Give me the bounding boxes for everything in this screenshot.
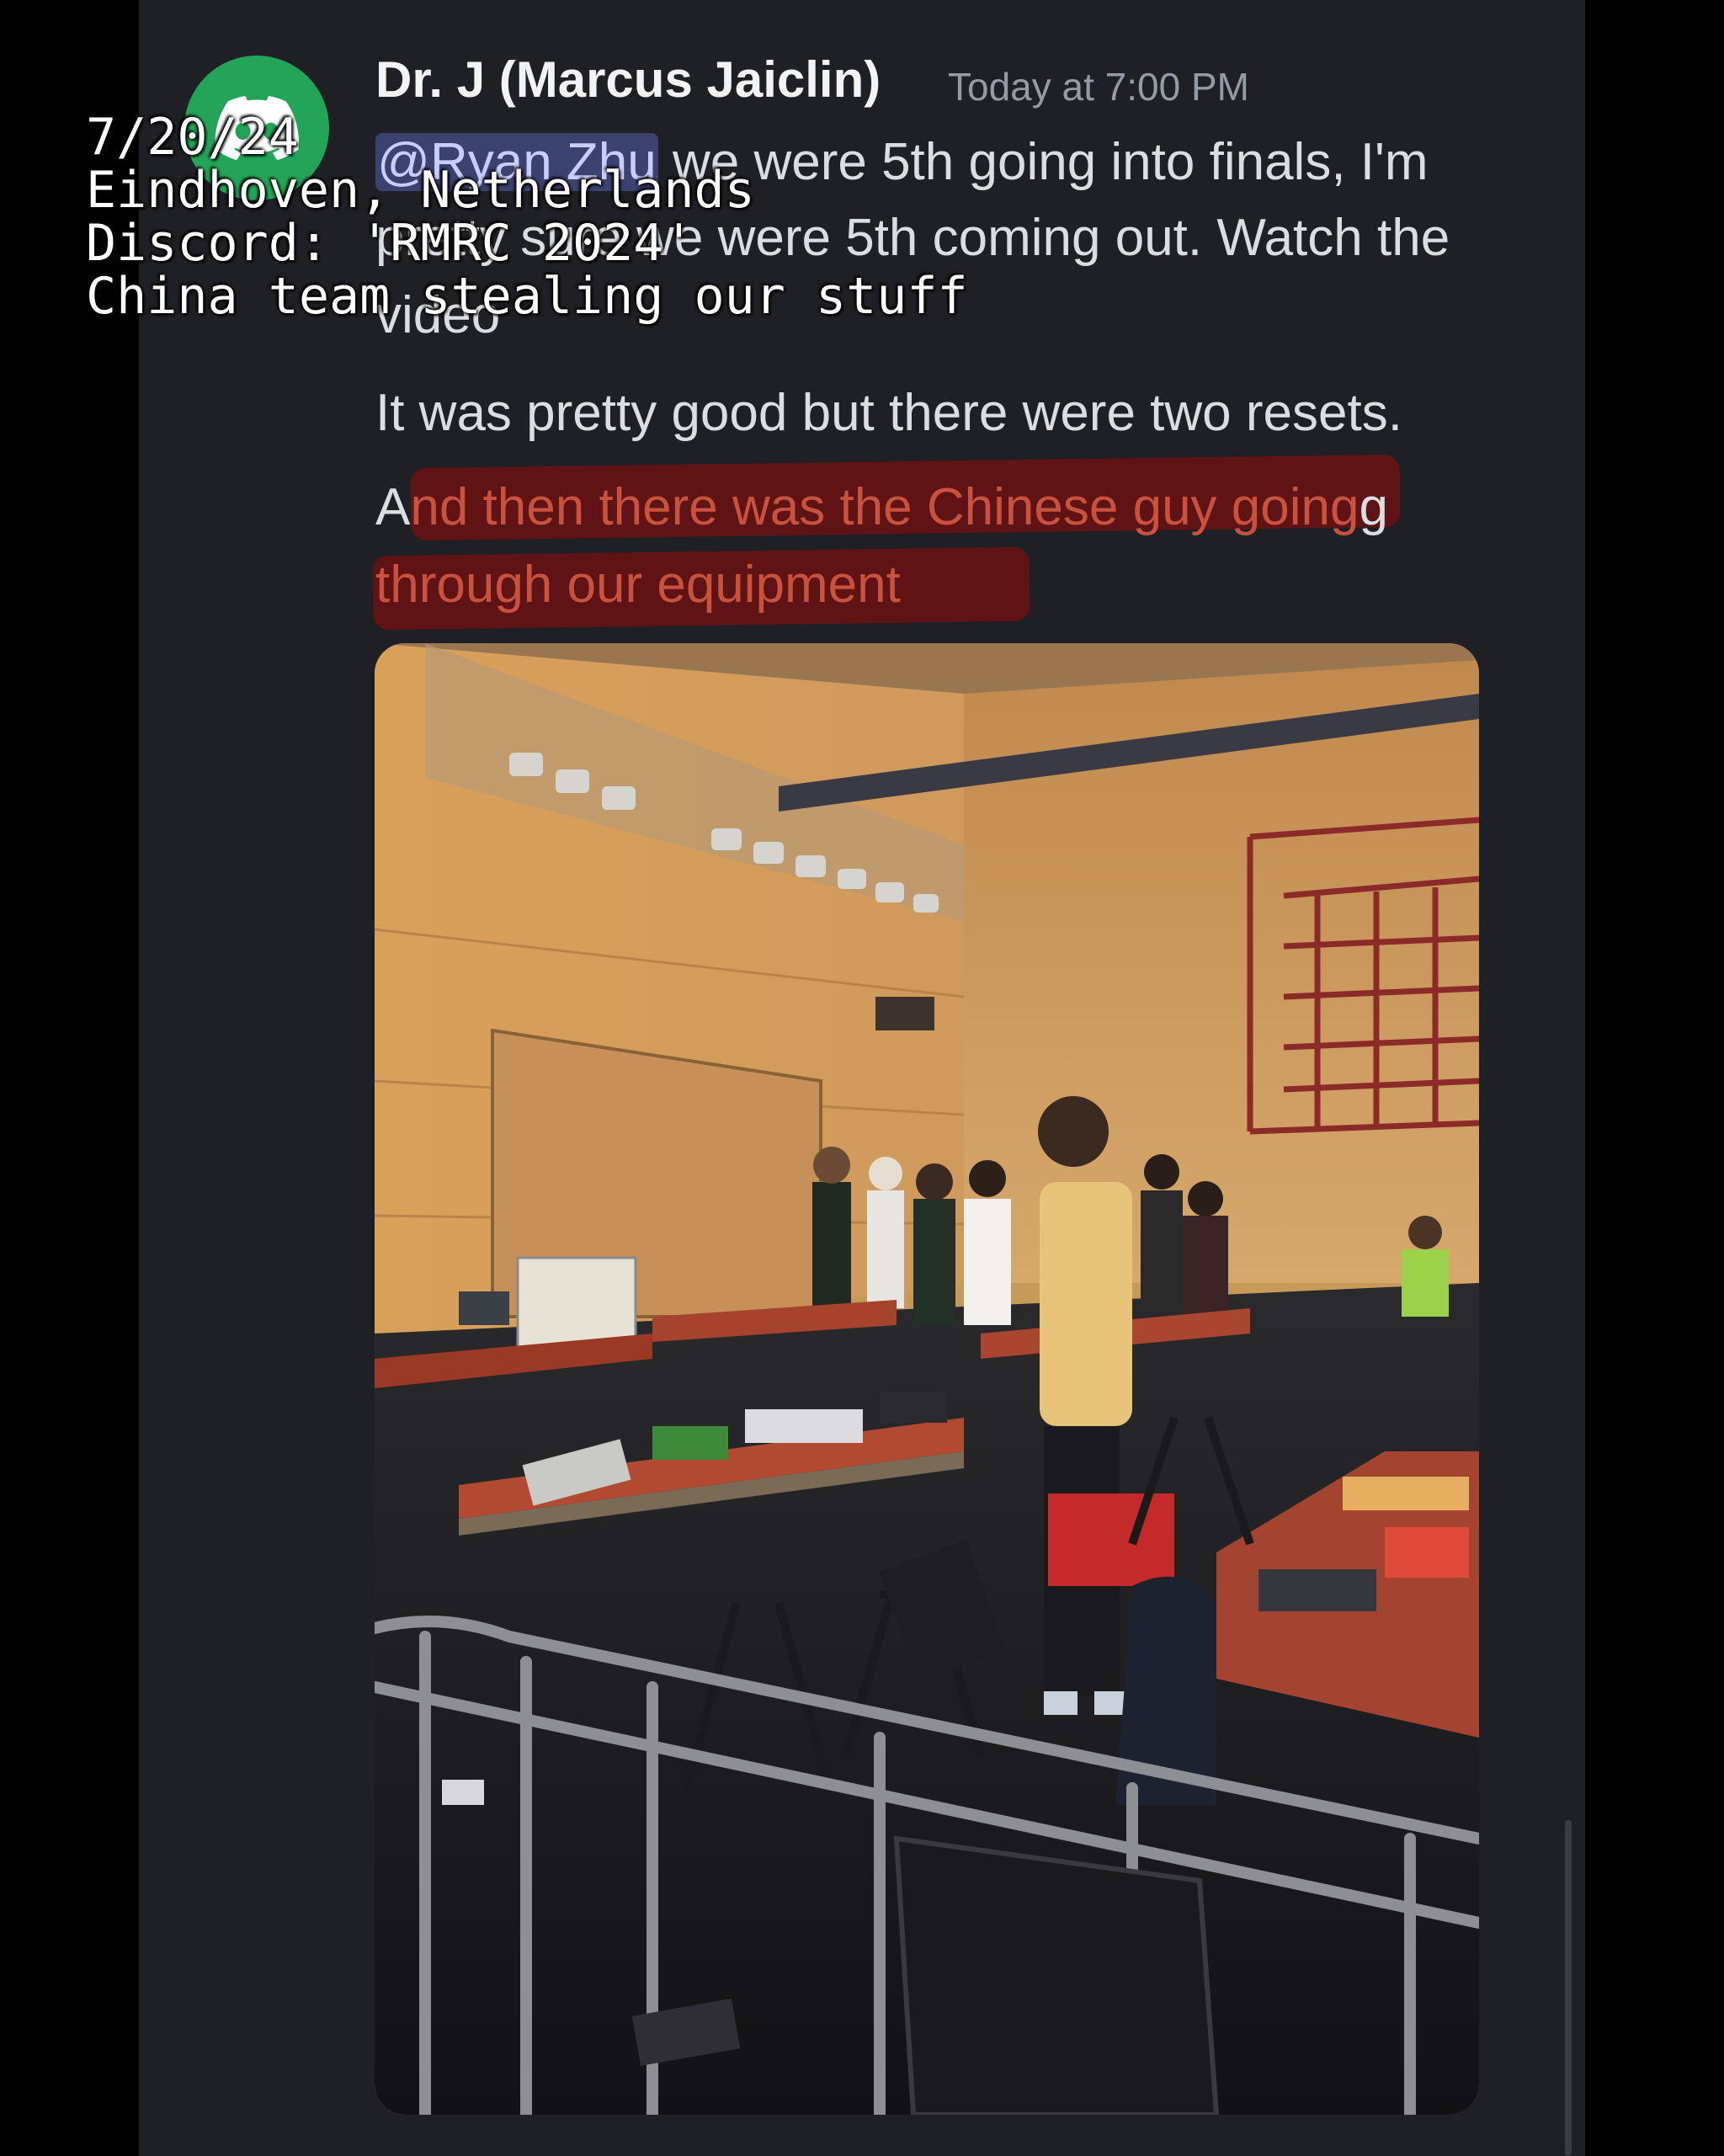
- message-text: g: [1359, 478, 1388, 536]
- author-name[interactable]: Dr. J (Marcus Jaiclin): [375, 51, 881, 109]
- message-timestamp: Today at 7:00 PM: [948, 65, 1249, 109]
- scrollbar[interactable]: [1565, 1820, 1572, 2156]
- caption-overlay: 7/20/24 Eindhoven, Netherlands Discord: 'R…: [86, 111, 968, 323]
- caption-location: Eindhoven, Netherlands: [86, 161, 755, 220]
- caption-description: China team stealing our stuff: [86, 267, 968, 326]
- caption-date: 7/20/24: [86, 108, 299, 167]
- message-text: A: [375, 478, 411, 536]
- image-attachment[interactable]: [375, 643, 1479, 2115]
- caption-source: Discord: 'RMRC 2024': [86, 214, 694, 273]
- message-line-4: It was pretty good but there were two re…: [375, 384, 1402, 442]
- message-line-5: And then there was the Chinese guy going…: [375, 482, 1388, 534]
- highlighted-text: nd then there was the Chinese guy going: [410, 478, 1360, 536]
- pit-area-photo: [375, 643, 1479, 2115]
- message-line-6-highlighted: through our equipment: [375, 556, 901, 614]
